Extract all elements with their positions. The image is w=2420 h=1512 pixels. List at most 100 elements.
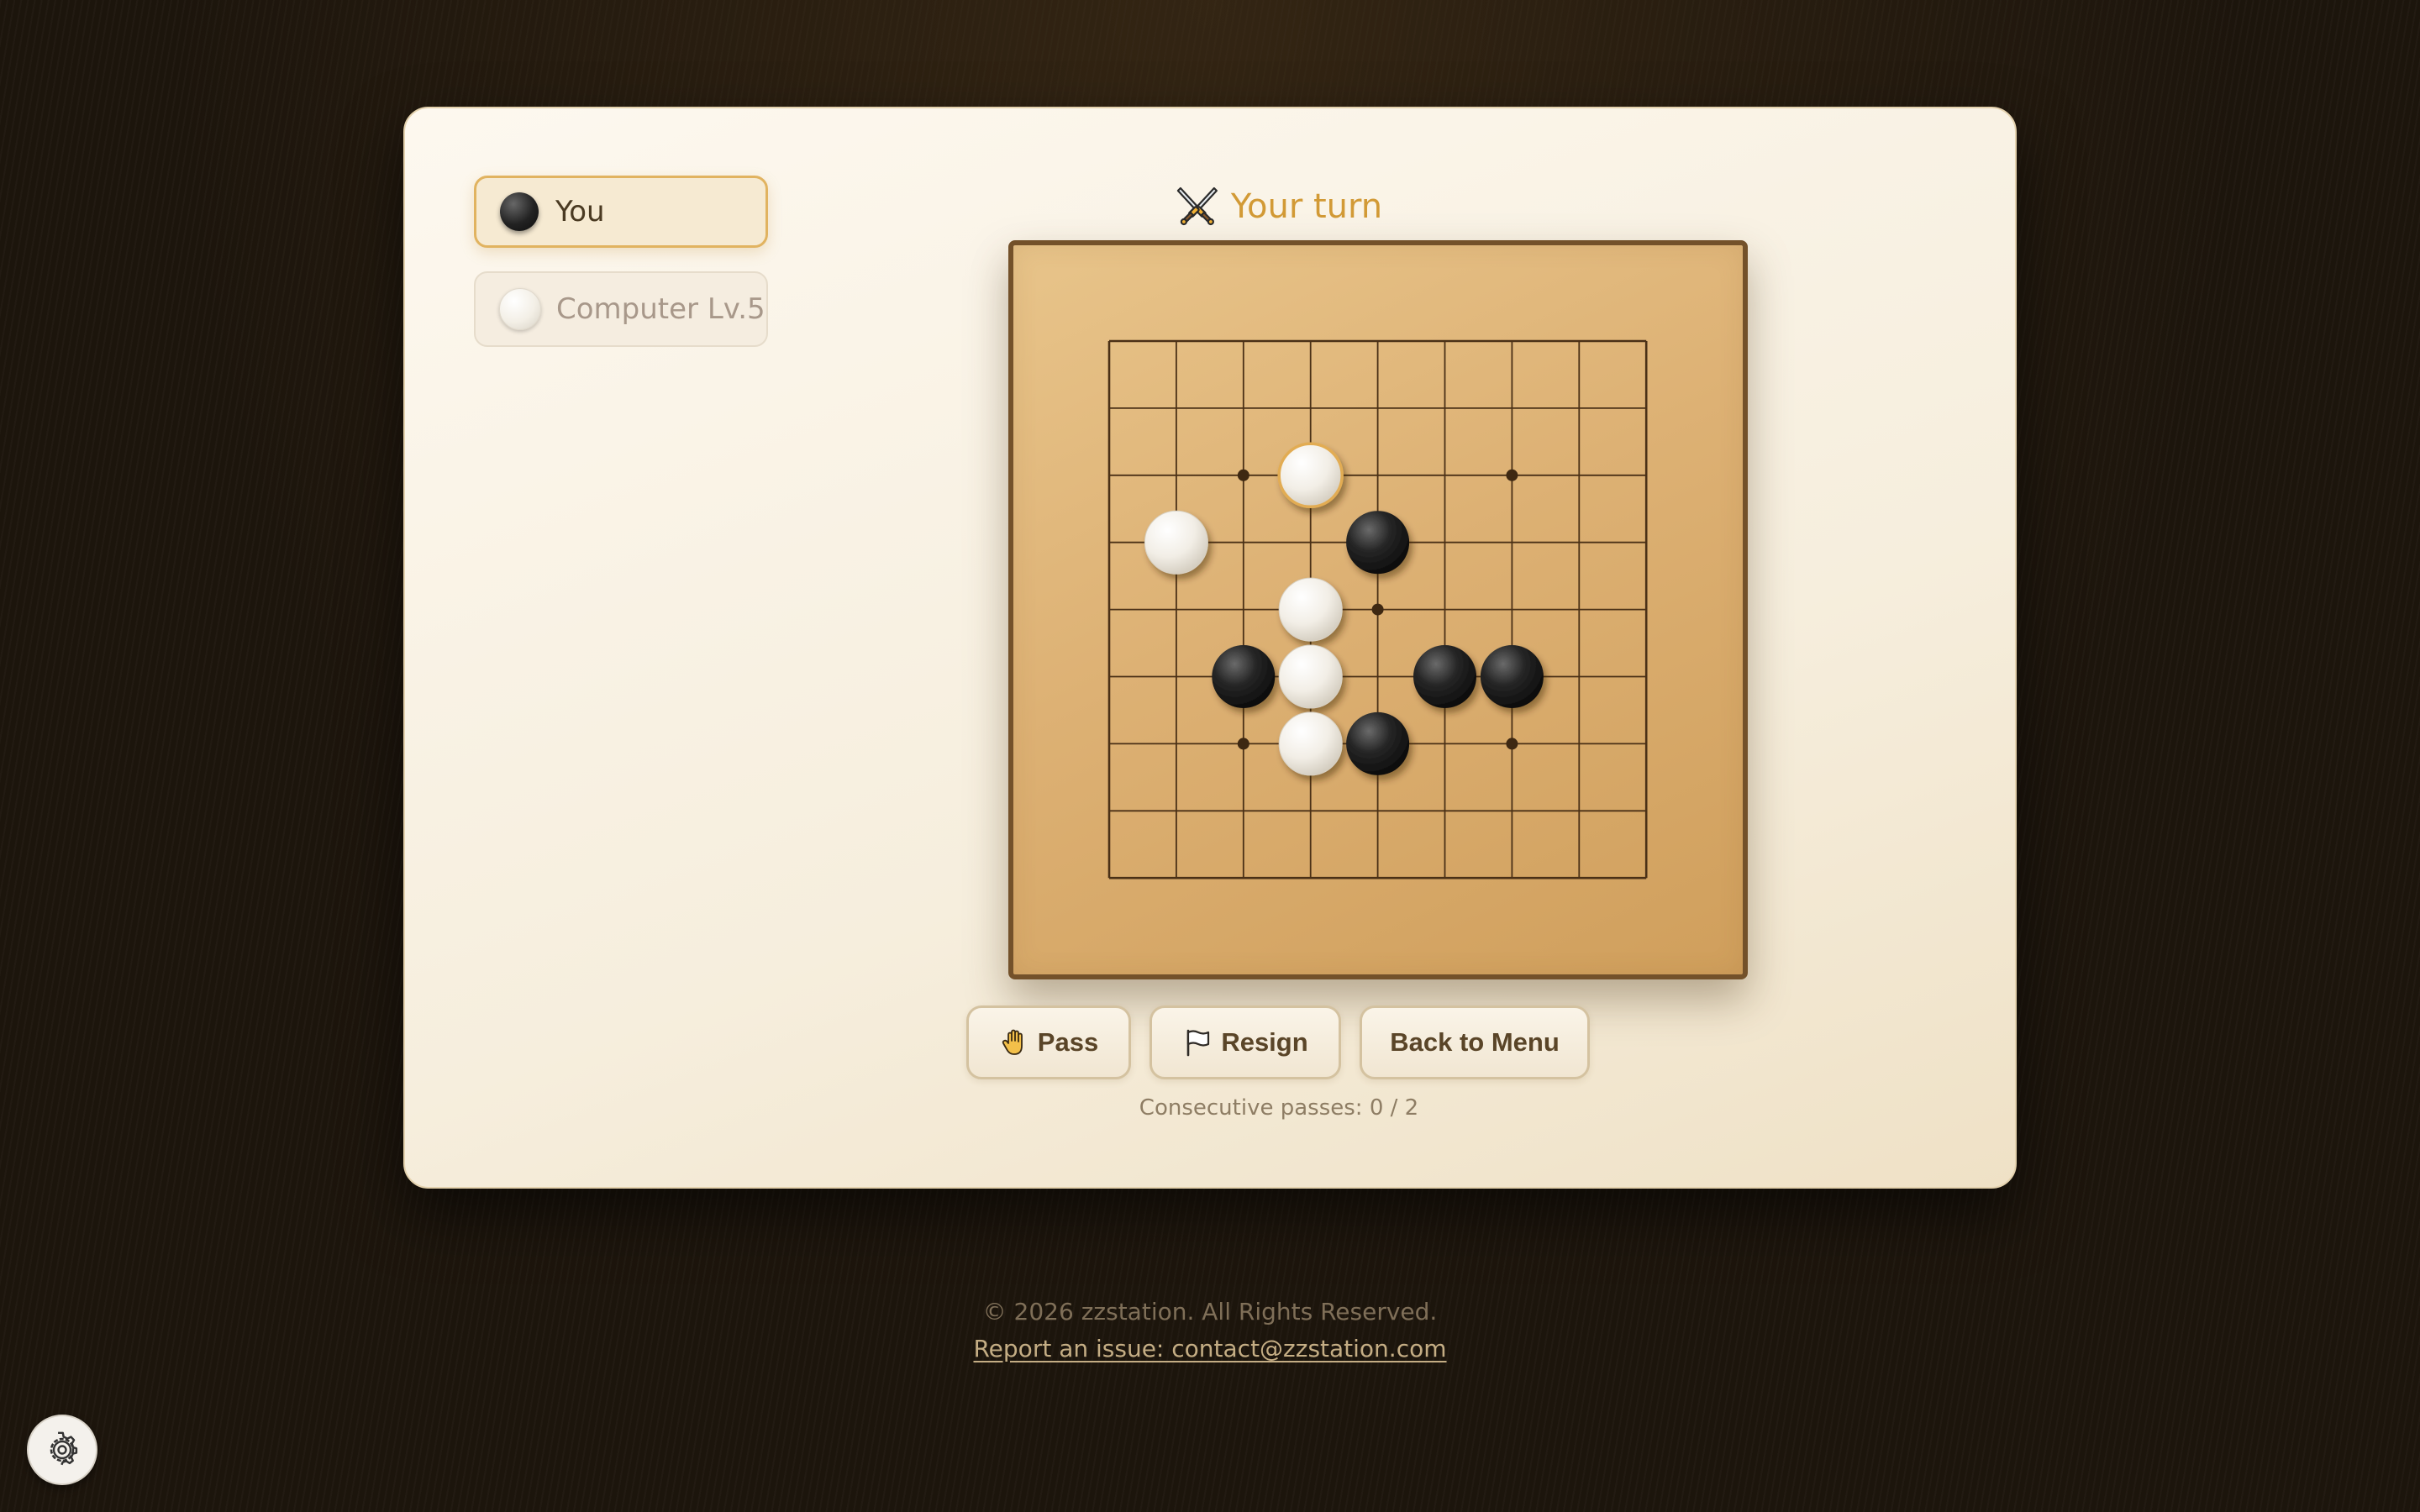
player-name: Computer Lv.5 xyxy=(556,292,765,326)
board-intersection[interactable] xyxy=(1353,383,1403,433)
board-intersection[interactable] xyxy=(1621,585,1671,635)
board-intersection[interactable] xyxy=(1554,785,1604,836)
board-intersection[interactable] xyxy=(1554,718,1604,769)
board-intersection[interactable] xyxy=(1420,718,1470,769)
board-intersection[interactable] xyxy=(1218,450,1269,501)
board-intersection[interactable] xyxy=(1486,718,1537,769)
board-intersection[interactable] xyxy=(1151,718,1202,769)
report-issue-link[interactable]: Report an issue: contact@zzstation.com xyxy=(973,1331,1446,1368)
board-intersection[interactable] xyxy=(1286,383,1336,433)
board-intersection[interactable] xyxy=(1621,785,1671,836)
board-intersection[interactable] xyxy=(1218,853,1269,903)
board-intersection[interactable] xyxy=(1218,517,1269,568)
board-intersection[interactable] xyxy=(1218,718,1269,769)
board-intersection[interactable] xyxy=(1084,585,1134,635)
settings-button[interactable] xyxy=(27,1415,97,1485)
board-intersection[interactable] xyxy=(1151,316,1202,366)
board-intersection[interactable] xyxy=(1486,785,1537,836)
board-intersection[interactable] xyxy=(1420,517,1470,568)
board-intersection[interactable] xyxy=(1084,785,1134,836)
board-intersection[interactable] xyxy=(1621,718,1671,769)
black-stone xyxy=(1346,711,1410,775)
board-intersection[interactable] xyxy=(1420,383,1470,433)
board-intersection[interactable] xyxy=(1151,383,1202,433)
board-grid[interactable] xyxy=(1013,245,1743,974)
action-buttons: Pass Resign Back to Menu xyxy=(966,1005,1590,1079)
board-intersection[interactable] xyxy=(1621,652,1671,702)
board-intersection[interactable] xyxy=(1621,853,1671,903)
white-stone xyxy=(1144,510,1208,575)
resign-label: Resign xyxy=(1221,1027,1308,1057)
board-intersection[interactable] xyxy=(1486,383,1537,433)
board-intersection[interactable] xyxy=(1218,585,1269,635)
board-intersection[interactable] xyxy=(1420,853,1470,903)
board-intersection[interactable] xyxy=(1084,316,1134,366)
board-intersection[interactable] xyxy=(1554,853,1604,903)
board-intersection[interactable] xyxy=(1353,853,1403,903)
board-intersection[interactable] xyxy=(1286,517,1336,568)
black-stone xyxy=(1413,645,1476,708)
pass-label: Pass xyxy=(1037,1027,1099,1057)
board-intersection[interactable] xyxy=(1084,517,1134,568)
board-intersection[interactable] xyxy=(1151,785,1202,836)
board-intersection[interactable] xyxy=(1554,652,1604,702)
board-intersection[interactable] xyxy=(1084,383,1134,433)
back-to-menu-button[interactable]: Back to Menu xyxy=(1360,1005,1590,1079)
board-intersection[interactable] xyxy=(1621,383,1671,433)
board-intersection[interactable] xyxy=(1621,316,1671,366)
board-intersection[interactable] xyxy=(1554,517,1604,568)
board-intersection[interactable] xyxy=(1218,316,1269,366)
board-intersection[interactable] xyxy=(1286,785,1336,836)
black-stone xyxy=(1480,645,1544,708)
board-intersection[interactable] xyxy=(1353,585,1403,635)
board-intersection[interactable] xyxy=(1218,785,1269,836)
resign-button[interactable]: Resign xyxy=(1150,1005,1341,1079)
board-intersection[interactable] xyxy=(1420,585,1470,635)
board-intersection[interactable] xyxy=(1621,450,1671,501)
board-intersection[interactable] xyxy=(1151,450,1202,501)
board-intersection[interactable] xyxy=(1151,652,1202,702)
board-intersection[interactable] xyxy=(1554,316,1604,366)
board-intersection[interactable] xyxy=(1486,853,1537,903)
black-stone xyxy=(1346,511,1410,575)
hand-icon xyxy=(1002,1029,1023,1055)
board-intersection[interactable] xyxy=(1621,517,1671,568)
board-intersection[interactable] xyxy=(1353,450,1403,501)
black-stone xyxy=(1212,645,1276,708)
board-intersection[interactable] xyxy=(1420,316,1470,366)
footer: © 2026 zzstation. All Rights Reserved. R… xyxy=(973,1294,1446,1368)
board-intersection[interactable] xyxy=(1486,316,1537,366)
player-name: You xyxy=(555,195,605,228)
board-intersection[interactable] xyxy=(1486,517,1537,568)
board-intersection[interactable] xyxy=(1084,652,1134,702)
board-intersection[interactable] xyxy=(1353,316,1403,366)
board-intersection[interactable] xyxy=(1286,316,1336,366)
gear-icon xyxy=(50,1431,78,1466)
player-card-computer: Computer Lv.5 xyxy=(474,271,768,347)
board-intersection[interactable] xyxy=(1286,853,1336,903)
board-intersection[interactable] xyxy=(1151,585,1202,635)
consecutive-passes: Consecutive passes: 0 / 2 xyxy=(1139,1095,1419,1121)
board-intersection[interactable] xyxy=(1084,853,1134,903)
board-intersection[interactable] xyxy=(1084,450,1134,501)
board-intersection[interactable] xyxy=(1554,450,1604,501)
board-intersection[interactable] xyxy=(1420,450,1470,501)
game-panel: You Computer Lv.5 Your turn Pass Resign … xyxy=(403,107,2017,1189)
board-intersection[interactable] xyxy=(1353,652,1403,702)
board-intersection[interactable] xyxy=(1084,718,1134,769)
board-intersection[interactable] xyxy=(1486,585,1537,635)
board-intersection[interactable] xyxy=(1554,383,1604,433)
board-intersection[interactable] xyxy=(1420,785,1470,836)
board-intersection[interactable] xyxy=(1554,585,1604,635)
board-intersection[interactable] xyxy=(1486,450,1537,501)
board-intersection[interactable] xyxy=(1353,785,1403,836)
white-stone-icon xyxy=(499,288,541,330)
board-intersection[interactable] xyxy=(1151,853,1202,903)
white-stone xyxy=(1278,711,1343,776)
go-board[interactable] xyxy=(1008,240,1748,979)
pass-button[interactable]: Pass xyxy=(966,1005,1131,1079)
white-stone xyxy=(1277,442,1344,509)
back-to-menu-label: Back to Menu xyxy=(1390,1027,1560,1057)
crossed-swords-icon xyxy=(1176,186,1218,226)
board-intersection[interactable] xyxy=(1218,383,1269,433)
